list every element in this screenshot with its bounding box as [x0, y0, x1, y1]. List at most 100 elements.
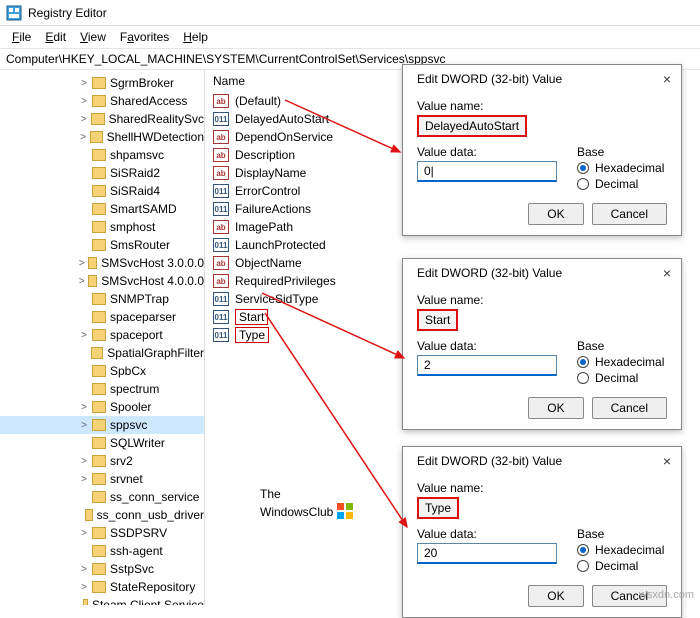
expand-icon[interactable]: >	[78, 114, 89, 125]
folder-icon	[92, 239, 106, 251]
folder-icon	[92, 185, 106, 197]
tree-label: SiSRaid4	[110, 184, 160, 198]
tree-label: SharedRealitySvc	[109, 112, 204, 126]
tree-item-smartsamd[interactable]: SmartSAMD	[0, 200, 204, 218]
folder-icon	[92, 473, 106, 485]
tree-item-shellhwdetection[interactable]: >ShellHWDetection	[0, 128, 204, 146]
expand-icon[interactable]: >	[78, 96, 90, 107]
tree-item-sqlwriter[interactable]: SQLWriter	[0, 434, 204, 452]
value-name-field[interactable]: DelayedAutoStart	[417, 115, 527, 137]
tree-item-ssh-agent[interactable]: ssh-agent	[0, 542, 204, 560]
value-data-input[interactable]: 20	[417, 543, 557, 564]
value-name: DelayedAutoStart	[235, 112, 329, 126]
menu-edit[interactable]: Edit	[39, 28, 72, 46]
radio-hexadecimal[interactable]	[577, 544, 589, 556]
tree-item-ss-conn-usb-driver[interactable]: ss_conn_usb_driver	[0, 506, 204, 524]
tree-item-sstpsvc[interactable]: >SstpSvc	[0, 560, 204, 578]
value-name: Start	[235, 309, 268, 325]
folder-icon	[92, 203, 106, 215]
tree-label: Steam Client Service	[92, 598, 204, 605]
value-type-icon: 011	[213, 184, 229, 198]
tree-item-spaceport[interactable]: >spaceport	[0, 326, 204, 344]
cancel-button[interactable]: Cancel	[592, 203, 667, 225]
tree-item-smsvchost-3-0-0-0[interactable]: >SMSvcHost 3.0.0.0	[0, 254, 204, 272]
radio-decimal[interactable]	[577, 372, 589, 384]
menu-favorites[interactable]: Favorites	[114, 28, 175, 46]
tree-item-smsrouter[interactable]: SmsRouter	[0, 236, 204, 254]
tree-item-spbcx[interactable]: SpbCx	[0, 362, 204, 380]
tree-label: sppsvc	[110, 418, 147, 432]
tree-item-ss-conn-service[interactable]: ss_conn_service	[0, 488, 204, 506]
tree-item-spaceparser[interactable]: spaceparser	[0, 308, 204, 326]
value-launchprotected[interactable]: 011LaunchProtected	[213, 236, 692, 254]
folder-icon	[83, 599, 88, 605]
close-icon[interactable]: ×	[663, 453, 671, 469]
tree-item-srvnet[interactable]: >srvnet	[0, 470, 204, 488]
tree-item-sisraid4[interactable]: SiSRaid4	[0, 182, 204, 200]
folder-icon	[92, 365, 106, 377]
value-name-field[interactable]: Start	[417, 309, 458, 331]
window-title: Registry Editor	[28, 6, 107, 20]
expand-icon[interactable]: >	[78, 258, 86, 269]
value-type-icon: ab	[213, 94, 229, 108]
value-type-icon: ab	[213, 256, 229, 270]
radio-hexadecimal[interactable]	[577, 356, 589, 368]
expand-icon[interactable]: >	[78, 528, 90, 539]
tree-item-spooler[interactable]: >Spooler	[0, 398, 204, 416]
expand-icon[interactable]: >	[78, 564, 90, 575]
tree-item-snmptrap[interactable]: SNMPTrap	[0, 290, 204, 308]
edit-dword-dialog: Edit DWORD (32-bit) Value×Value name:Del…	[402, 64, 682, 236]
value-data-label: Value data:	[417, 339, 557, 353]
value-name: Type	[235, 327, 269, 343]
value-data-input[interactable]: 0|	[417, 161, 557, 182]
cancel-button[interactable]: Cancel	[592, 397, 667, 419]
expand-icon[interactable]: >	[78, 276, 86, 287]
expand-icon[interactable]: >	[78, 78, 90, 89]
folder-icon	[92, 95, 106, 107]
tree-item-shpamsvc[interactable]: shpamsvc	[0, 146, 204, 164]
radio-decimal[interactable]	[577, 560, 589, 572]
menu-help[interactable]: Help	[177, 28, 214, 46]
close-icon[interactable]: ×	[663, 71, 671, 87]
tree-item-sgrmbroker[interactable]: >SgrmBroker	[0, 74, 204, 92]
radio-hexadecimal[interactable]	[577, 162, 589, 174]
edit-dword-dialog: Edit DWORD (32-bit) Value×Value name:Sta…	[402, 258, 682, 430]
tree-item-spectrum[interactable]: spectrum	[0, 380, 204, 398]
ok-button[interactable]: OK	[528, 397, 583, 419]
menu-file[interactable]: File	[6, 28, 37, 46]
expand-icon[interactable]: >	[78, 330, 90, 341]
value-name-field[interactable]: Type	[417, 497, 459, 519]
tree-label: SQLWriter	[110, 436, 165, 450]
expand-icon[interactable]: >	[78, 582, 90, 593]
tree-item-sisraid2[interactable]: SiSRaid2	[0, 164, 204, 182]
ok-button[interactable]: OK	[528, 203, 583, 225]
radio-decimal[interactable]	[577, 178, 589, 190]
tree-item-smphost[interactable]: smphost	[0, 218, 204, 236]
tree-item-smsvchost-4-0-0-0[interactable]: >SMSvcHost 4.0.0.0	[0, 272, 204, 290]
folder-icon	[92, 167, 106, 179]
tree-item-ssdpsrv[interactable]: >SSDPSRV	[0, 524, 204, 542]
tree-item-staterepository[interactable]: >StateRepository	[0, 578, 204, 596]
menu-view[interactable]: View	[74, 28, 112, 46]
folder-icon	[92, 311, 106, 323]
expand-icon[interactable]: >	[78, 402, 90, 413]
tree-label: SmartSAMD	[110, 202, 177, 216]
ok-button[interactable]: OK	[528, 585, 583, 607]
expand-icon[interactable]: >	[78, 474, 90, 485]
close-icon[interactable]: ×	[663, 265, 671, 281]
folder-icon	[92, 293, 106, 305]
tree-item-spatialgraphfilter[interactable]: SpatialGraphFilter	[0, 344, 204, 362]
expand-icon[interactable]: >	[78, 132, 88, 143]
expand-icon[interactable]: >	[78, 456, 90, 467]
folder-icon	[92, 149, 106, 161]
expand-icon[interactable]: >	[78, 420, 90, 431]
title-bar: Registry Editor	[0, 0, 700, 26]
tree-item-steam-client-service[interactable]: Steam Client Service	[0, 596, 204, 605]
tree-item-sppsvc[interactable]: > sppsvc	[0, 416, 204, 434]
value-type-icon: 011	[213, 292, 229, 306]
tree-item-srv2[interactable]: >srv2	[0, 452, 204, 470]
tree-item-sharedrealitysvc[interactable]: > SharedRealitySvc	[0, 110, 204, 128]
tree-pane[interactable]: >SgrmBroker>SharedAccess>SharedRealitySv…	[0, 70, 205, 605]
tree-item-sharedaccess[interactable]: >SharedAccess	[0, 92, 204, 110]
value-data-input[interactable]: 2	[417, 355, 557, 376]
